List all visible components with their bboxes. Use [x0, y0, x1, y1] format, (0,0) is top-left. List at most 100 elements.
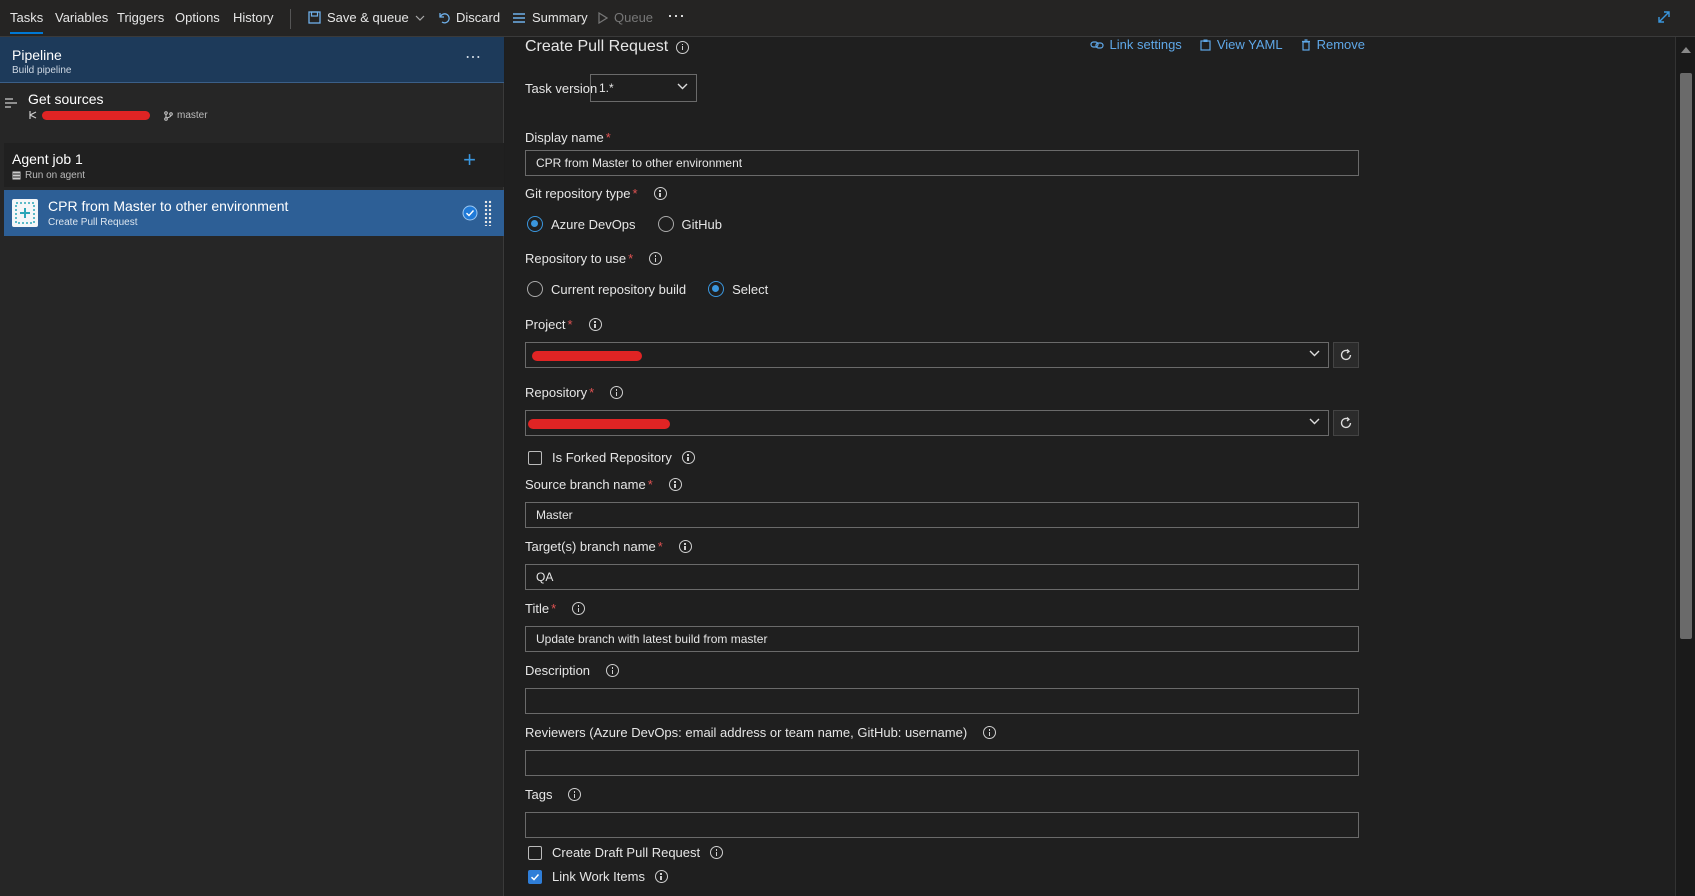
info-icon[interactable]	[681, 451, 695, 464]
view-yaml-link[interactable]: View YAML	[1200, 37, 1283, 52]
create-draft-checkbox[interactable]	[528, 845, 542, 860]
task-heading-text: Create Pull Request	[525, 38, 669, 55]
branch-icon	[164, 110, 173, 121]
pipeline-panel: Pipeline Build pipeline ⋯ Get sources ma…	[0, 37, 504, 896]
radio-current-repository[interactable]: Current repository build	[527, 281, 686, 297]
chevron-down-icon	[677, 83, 688, 90]
remove-label: Remove	[1316, 37, 1365, 52]
link-settings-link[interactable]: Link settings	[1089, 37, 1182, 52]
repository-refresh-button[interactable]	[1333, 410, 1359, 436]
tab-history[interactable]: History	[233, 10, 273, 25]
summary-button[interactable]: Summary	[512, 10, 588, 25]
agent-job-sub-text: Run on agent	[25, 170, 86, 181]
task-title: CPR from Master to other environment	[48, 198, 289, 214]
repository-select[interactable]	[525, 410, 1329, 436]
expand-icon[interactable]	[1657, 10, 1671, 24]
link-settings-label: Link settings	[1109, 37, 1182, 52]
tab-variables[interactable]: Variables	[55, 10, 108, 25]
scrollbar-thumb[interactable]	[1680, 73, 1692, 639]
branch-info: master	[164, 110, 208, 121]
enabled-check-icon[interactable]	[462, 205, 478, 224]
info-icon[interactable]	[668, 478, 682, 491]
pipeline-header[interactable]: Pipeline Build pipeline ⋯	[0, 37, 504, 83]
pipeline-more-button[interactable]: ⋯	[465, 47, 482, 67]
sources-icon	[4, 97, 18, 112]
task-item-cpr[interactable]: CPR from Master to other environment Cre…	[4, 190, 504, 236]
info-icon[interactable]	[678, 540, 692, 553]
is-forked-checkbox[interactable]	[528, 450, 542, 465]
project-select[interactable]	[525, 342, 1329, 368]
link-work-items-checkbox[interactable]	[528, 869, 542, 884]
repo-icon	[29, 111, 37, 119]
task-subtitle: Create Pull Request	[48, 217, 138, 228]
radio-selected	[527, 216, 543, 232]
info-icon[interactable]	[610, 386, 624, 399]
drag-handle-icon[interactable]	[484, 200, 492, 226]
git-repo-type-label: Git repository type *	[525, 186, 667, 201]
redaction-mark	[528, 419, 670, 429]
info-icon[interactable]	[606, 664, 620, 677]
tab-triggers[interactable]: Triggers	[117, 10, 164, 25]
discard-button[interactable]: Discard	[437, 10, 500, 25]
info-icon[interactable]	[572, 602, 586, 615]
info-icon[interactable]	[568, 788, 582, 801]
radio-select-repository[interactable]: Select	[708, 281, 768, 297]
display-name-label: Display name *	[525, 130, 611, 145]
is-forked-checkbox-row[interactable]: Is Forked Repository	[528, 450, 695, 465]
radio-unselected	[657, 216, 674, 232]
add-task-button[interactable]: +	[463, 149, 476, 171]
trash-icon	[1301, 38, 1310, 51]
link-work-items-checkbox-row[interactable]: Link Work Items	[528, 869, 668, 884]
project-refresh-button[interactable]	[1333, 342, 1359, 368]
tags-field[interactable]	[525, 812, 1359, 838]
reviewers-field[interactable]	[525, 750, 1359, 776]
scroll-up-arrow-icon[interactable]	[1681, 47, 1691, 53]
info-icon[interactable]	[653, 187, 667, 200]
info-icon[interactable]	[649, 252, 663, 265]
info-icon[interactable]	[588, 318, 602, 331]
summary-label: Summary	[532, 10, 588, 25]
task-version-select[interactable]: 1.*	[590, 74, 697, 102]
target-branch-field[interactable]: QA	[525, 564, 1359, 590]
checkmark-icon	[530, 873, 540, 881]
project-label: Project *	[525, 317, 602, 332]
vertical-scrollbar[interactable]	[1675, 37, 1695, 896]
save-queue-button[interactable]: Save & queue	[308, 10, 425, 25]
link-icon	[1089, 40, 1104, 49]
get-sources-title: Get sources	[28, 91, 104, 107]
info-icon[interactable]	[654, 870, 668, 883]
agent-job-item[interactable]: Agent job 1 Run on agent +	[4, 143, 504, 187]
radio-github[interactable]: GitHub	[657, 216, 722, 232]
agent-job-subtitle: Run on agent	[12, 170, 85, 181]
source-branch-field[interactable]: Master	[525, 502, 1359, 528]
discard-label: Discard	[456, 10, 501, 25]
queue-button[interactable]: Queue	[598, 10, 653, 25]
radio-selected	[708, 281, 725, 297]
repository-label: Repository *	[525, 385, 624, 400]
tab-tasks[interactable]: Tasks	[10, 10, 44, 34]
save-queue-label: Save & queue	[327, 10, 409, 25]
info-icon[interactable]	[710, 846, 724, 859]
create-draft-checkbox-row[interactable]: Create Draft Pull Request	[528, 845, 724, 860]
target-branch-label: Target(s) branch name *	[525, 539, 692, 554]
toolbar: Tasks Variables Triggers Options History…	[0, 0, 1695, 37]
task-version-label: Task version	[525, 81, 598, 96]
tags-label: Tags	[525, 787, 582, 802]
toolbar-divider	[290, 9, 291, 29]
play-icon	[598, 11, 608, 24]
description-label: Description	[525, 663, 620, 678]
more-actions-button[interactable]: ⋯	[667, 6, 686, 27]
list-icon	[513, 12, 525, 23]
refresh-icon	[1340, 417, 1352, 429]
tab-options[interactable]: Options	[175, 10, 220, 25]
title-field[interactable]: Update branch with latest build from mas…	[525, 626, 1359, 652]
info-icon[interactable]	[983, 726, 997, 739]
repo-to-use-radios: Current repository build Select	[527, 281, 780, 297]
radio-azure-devops[interactable]: Azure DevOps	[527, 216, 636, 232]
refresh-icon	[1340, 349, 1352, 361]
display-name-field[interactable]: CPR from Master to other environment	[525, 150, 1359, 176]
remove-link[interactable]: Remove	[1301, 37, 1365, 52]
description-field[interactable]	[525, 688, 1359, 714]
get-sources-item[interactable]: Get sources master	[0, 83, 504, 133]
info-icon[interactable]	[676, 40, 690, 54]
